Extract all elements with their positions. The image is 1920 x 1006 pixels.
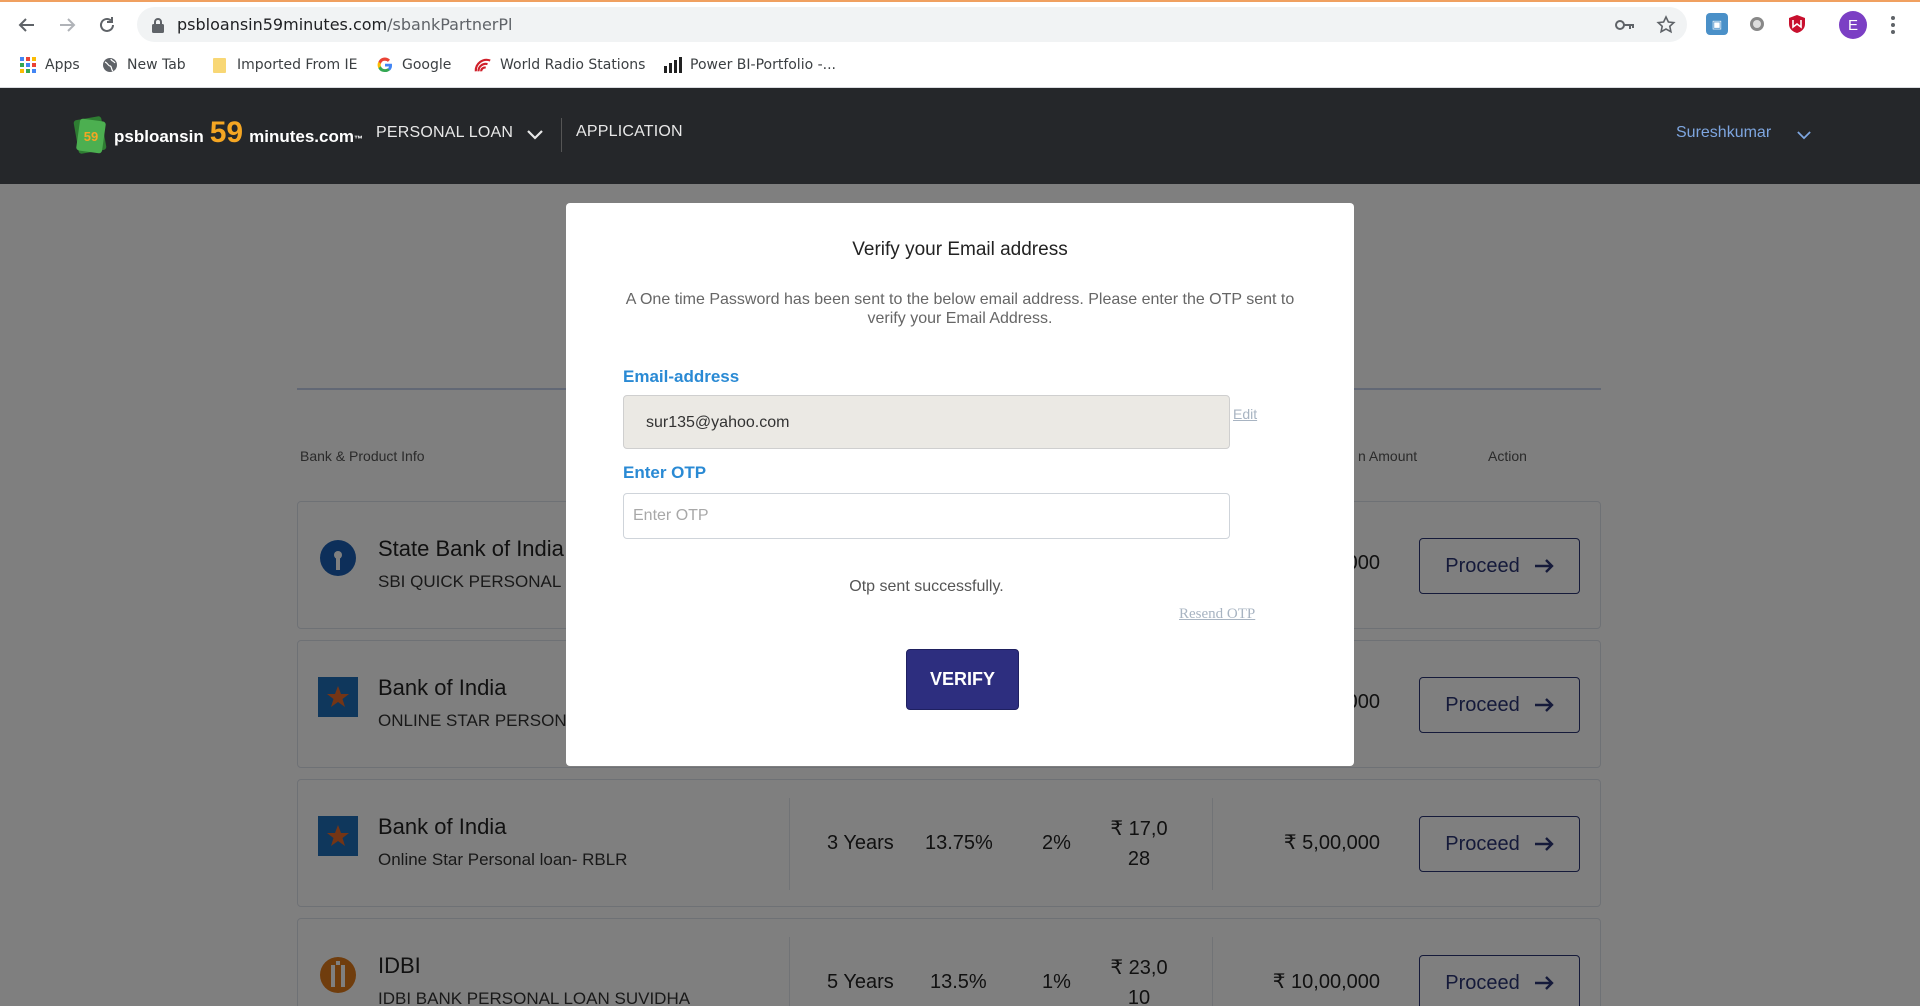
logo-pre: psbloansin — [114, 127, 204, 146]
extension-2-icon[interactable] — [1746, 13, 1768, 35]
address-bar[interactable]: psbloansin59minutes.com/sbankPartnerPl — [137, 7, 1687, 42]
forward-button[interactable] — [54, 12, 80, 38]
mcafee-extension-icon[interactable] — [1786, 13, 1808, 35]
bookmark-world-radio-stations[interactable]: World Radio Stations — [474, 52, 645, 78]
verify-email-modal: Verify your Email address A One time Pas… — [566, 203, 1354, 766]
verify-button[interactable]: VERIFY — [906, 649, 1019, 710]
radio-icon — [474, 56, 492, 74]
bookmark-label: Imported From IE — [237, 57, 358, 73]
browser-menu-icon[interactable] — [1886, 12, 1900, 38]
bookmark-label: Apps — [45, 57, 80, 73]
folder-icon — [211, 56, 229, 74]
otp-input[interactable] — [623, 493, 1230, 539]
reload-icon — [100, 17, 114, 32]
url-path: /sbankPartnerPl — [387, 15, 513, 34]
back-button[interactable] — [14, 12, 40, 38]
lock-icon — [152, 18, 164, 33]
logo-trademark: ™ — [353, 134, 363, 144]
bookmark-label: Power BI-Portfolio -... — [690, 57, 837, 73]
reload-button[interactable] — [94, 12, 120, 38]
page-load-indicator — [0, 0, 1920, 2]
logo-post: minutes.com — [249, 127, 354, 146]
site-logo[interactable]: 59 psbloansin 59 minutes.com ™ — [72, 108, 363, 158]
globe-icon — [101, 56, 119, 74]
url-text: psbloansin59minutes.com/sbankPartnerPl — [177, 15, 512, 34]
url-host: psbloansin59minutes.com — [177, 15, 388, 34]
bookmark-apps[interactable]: Apps — [19, 52, 80, 78]
bookmark-label: New Tab — [127, 57, 186, 73]
browser-chrome: psbloansin59minutes.com/sbankPartnerPl ▣… — [0, 0, 1920, 88]
logo-badge-icon: 59 — [72, 112, 108, 154]
back-arrow-icon — [18, 18, 34, 32]
forward-arrow-icon — [60, 18, 76, 32]
profile-avatar[interactable]: E — [1839, 11, 1867, 39]
resend-otp-link[interactable]: Resend OTP — [1179, 606, 1255, 623]
bookmark-google[interactable]: Google — [376, 52, 451, 78]
bookmark-power-bi[interactable]: Power BI-Portfolio -... — [664, 52, 836, 78]
email-field: sur135@yahoo.com — [623, 395, 1230, 449]
user-name[interactable]: Sureshkumar — [1676, 124, 1771, 142]
otp-label: Enter OTP — [623, 463, 707, 482]
site-header: 59 psbloansin 59 minutes.com ™ PERSONAL … — [0, 88, 1920, 184]
menu-divider — [561, 118, 562, 152]
google-icon — [376, 56, 394, 74]
modal-title: Verify your Email address — [852, 239, 1068, 260]
powerbi-icon — [664, 56, 682, 74]
user-menu-chevron-down-icon[interactable] — [1797, 131, 1811, 140]
apps-grid-icon — [19, 56, 37, 74]
modal-description: A One time Password has been sent to the… — [625, 291, 1295, 327]
logo-text: psbloansin 59 minutes.com ™ — [114, 116, 363, 150]
svg-text:59: 59 — [84, 129, 98, 144]
bookmark-label: World Radio Stations — [500, 57, 646, 73]
menu-personal-loan[interactable]: PERSONAL LOAN — [376, 124, 513, 142]
bookmark-new-tab[interactable]: New Tab — [101, 52, 186, 78]
logo-number: 59 — [209, 116, 244, 149]
edit-email-link[interactable]: Edit — [1233, 406, 1257, 422]
key-icon[interactable] — [1614, 14, 1636, 36]
bookmark-imported-from-ie[interactable]: Imported From IE — [211, 52, 358, 78]
personal-loan-chevron-down-icon[interactable] — [527, 130, 543, 140]
bookmark-label: Google — [402, 57, 452, 73]
extension-1-icon[interactable]: ▣ — [1706, 13, 1728, 35]
otp-status-message: Otp sent successfully. — [849, 578, 1004, 595]
bookmark-star-icon[interactable] — [1655, 14, 1677, 36]
email-label: Email-address — [623, 367, 740, 386]
menu-application[interactable]: APPLICATION — [576, 123, 683, 141]
bookmarks-bar: Apps New Tab Imported From IE Google Wor… — [0, 52, 1920, 78]
